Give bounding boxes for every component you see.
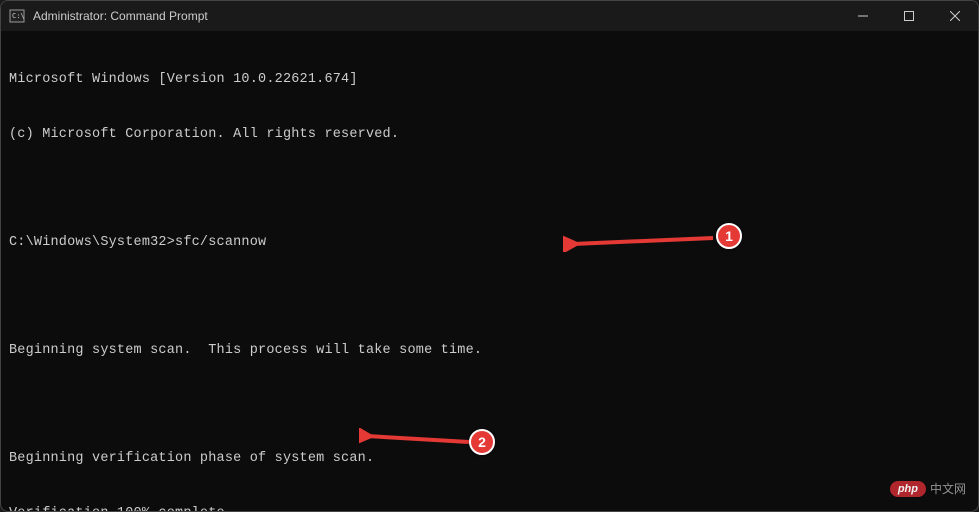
terminal-line — [9, 181, 970, 198]
titlebar[interactable]: C:\ Administrator: Command Prompt — [1, 1, 978, 31]
titlebar-left: C:\ Administrator: Command Prompt — [9, 8, 208, 24]
terminal-line: Verification 100% complete. — [9, 505, 970, 512]
terminal-output[interactable]: Microsoft Windows [Version 10.0.22621.67… — [1, 31, 978, 512]
maximize-button[interactable] — [886, 1, 932, 31]
watermark-pill: php — [890, 481, 926, 497]
terminal-line: C:\Windows\System32>sfc/scannow — [9, 234, 970, 252]
terminal-line — [9, 289, 970, 306]
watermark-text: 中文网 — [930, 480, 966, 497]
window-controls — [840, 1, 978, 31]
cmd-icon: C:\ — [9, 8, 25, 24]
minimize-button[interactable] — [840, 1, 886, 31]
watermark: php 中文网 — [890, 480, 966, 497]
terminal-line: Beginning system scan. This process will… — [9, 342, 970, 360]
svg-text:C:\: C:\ — [12, 12, 25, 20]
terminal-line — [9, 397, 970, 414]
command-prompt-window: C:\ Administrator: Command Prompt Micros… — [0, 0, 979, 512]
terminal-line: Beginning verification phase of system s… — [9, 450, 970, 468]
close-button[interactable] — [932, 1, 978, 31]
terminal-line: Microsoft Windows [Version 10.0.22621.67… — [9, 71, 970, 89]
terminal-line: (c) Microsoft Corporation. All rights re… — [9, 126, 970, 144]
window-title: Administrator: Command Prompt — [33, 9, 208, 23]
